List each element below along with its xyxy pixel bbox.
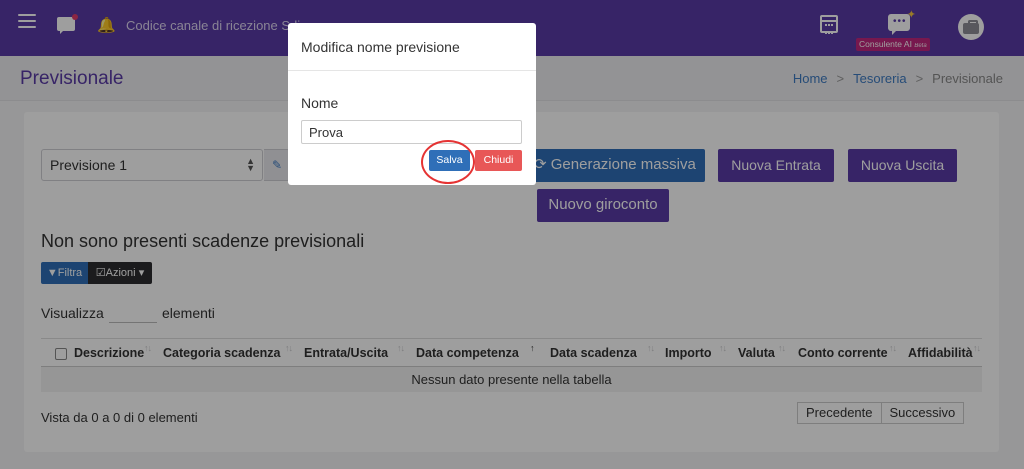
close-button[interactable]: Chiudi xyxy=(475,150,522,171)
save-highlight-ring xyxy=(421,140,475,184)
name-input[interactable]: Prova xyxy=(301,120,522,144)
rename-forecast-modal: Modifica nome previsione Nome Prova Salv… xyxy=(288,23,536,185)
modal-title: Modifica nome previsione xyxy=(288,23,536,71)
name-field-label: Nome xyxy=(301,95,339,111)
